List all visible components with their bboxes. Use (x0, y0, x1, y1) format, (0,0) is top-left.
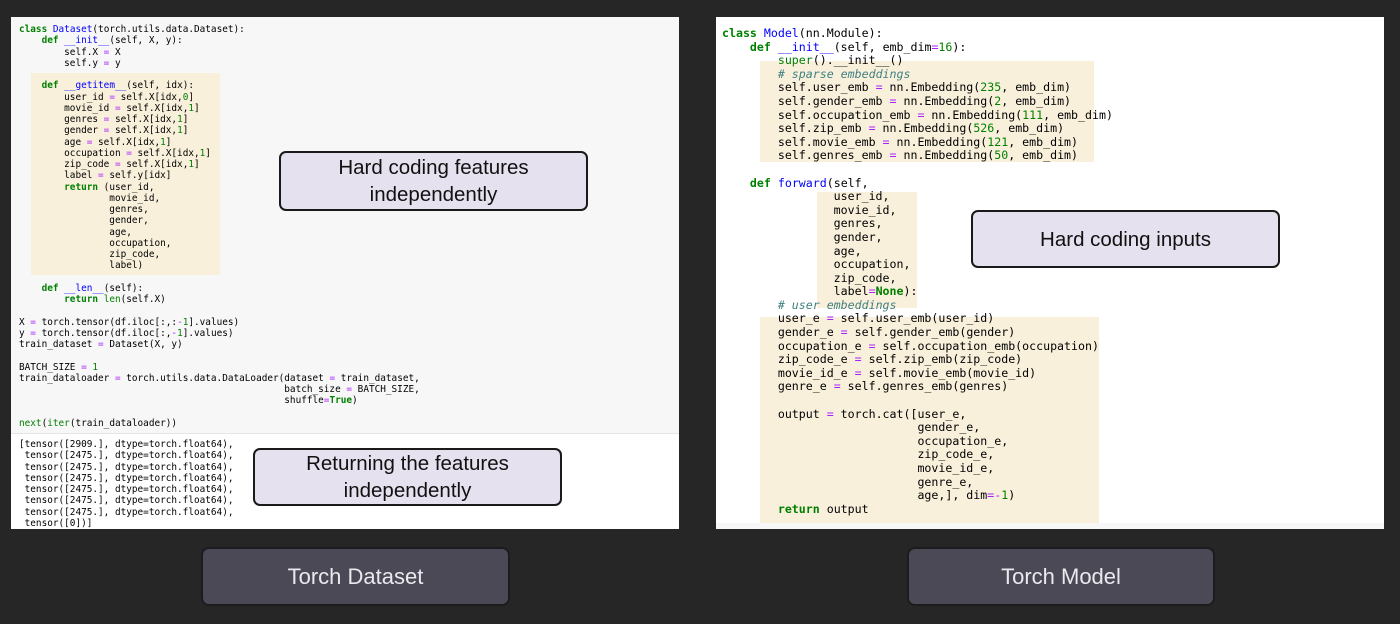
model-code-panel: class Model(nn.Module): def __init__(sel… (716, 17, 1384, 529)
model-code-block: class Model(nn.Module): def __init__(sel… (722, 26, 1113, 516)
callout-hard-coding-inputs: Hard coding inputs (971, 210, 1280, 268)
dataset-output-block: [tensor([2909.], dtype=torch.float64), t… (19, 439, 234, 529)
callout-returning-features: Returning the features independently (253, 448, 562, 506)
dataset-code-block: class Dataset(torch.utils.data.Dataset):… (19, 24, 420, 429)
torch-dataset-label: Torch Dataset (201, 547, 510, 606)
callout-hard-coding-features: Hard coding features independently (279, 151, 588, 211)
torch-model-label: Torch Model (907, 547, 1215, 606)
